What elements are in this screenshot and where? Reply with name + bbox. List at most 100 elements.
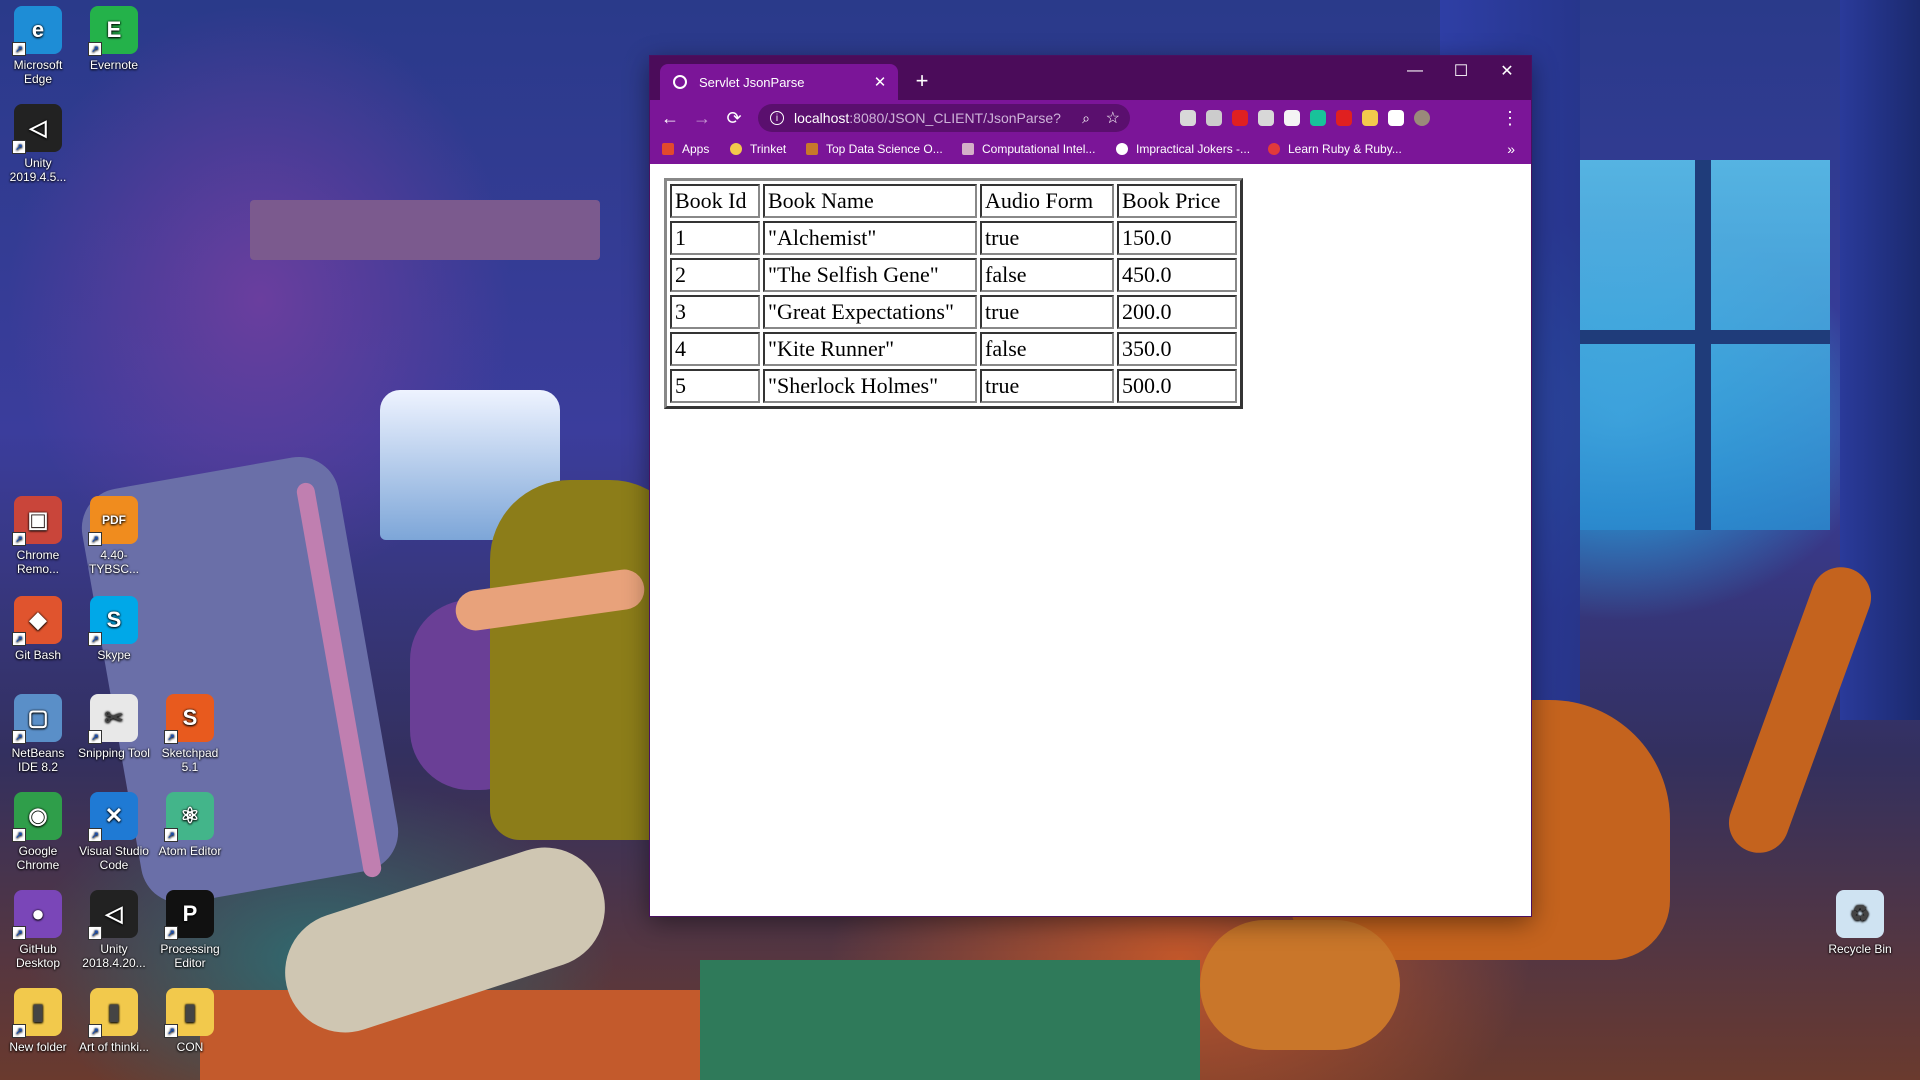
back-button[interactable]: ←: [658, 106, 682, 130]
desktop-icon[interactable]: E ↗ Evernote: [76, 6, 152, 72]
desktop-icon[interactable]: ⚛ ↗ Atom Editor: [152, 792, 228, 858]
desktop-icon-label: Recycle Bin: [1828, 942, 1892, 956]
desktop-icon[interactable]: ▣ ↗ Chrome Remo...: [0, 496, 76, 576]
desktop-icon-label: Git Bash: [14, 648, 62, 662]
bookmark-favicon-icon: [962, 143, 974, 155]
table-row: 1 "Alchemist" true 150.0: [670, 221, 1237, 255]
desktop-icon[interactable]: e ↗ Microsoft Edge: [0, 6, 76, 86]
new-tab-button[interactable]: +: [910, 68, 934, 94]
desktop-icon[interactable]: ◁ ↗ Unity 2018.4.20...: [76, 890, 152, 970]
desktop-icon-label: GitHub Desktop: [15, 942, 61, 970]
desktop-icon[interactable]: P ↗ Processing Editor: [152, 890, 228, 970]
bookmark-star-icon[interactable]: ☆: [1106, 108, 1120, 128]
desktop-icon-label: Unity 2018.4.20...: [82, 942, 146, 970]
extension-icon[interactable]: [1258, 110, 1274, 126]
sketchpad-icon: S ↗: [164, 694, 214, 744]
bookmark-item[interactable]: Trinket: [730, 142, 786, 156]
zoom-icon[interactable]: ⌕: [1082, 110, 1090, 127]
maximize-button[interactable]: ☐: [1438, 56, 1484, 86]
table-cell: "Alchemist": [763, 221, 977, 255]
browser-toolbar: ← → ⟳ i localhost:8080/JSON_CLIENT/JsonP…: [650, 100, 1531, 136]
bookmark-item[interactable]: Top Data Science O...: [806, 142, 943, 156]
bookmark-item[interactable]: Apps: [662, 142, 709, 156]
wallpaper-dog-tail: [1720, 558, 1880, 862]
extension-icon[interactable]: [1414, 110, 1430, 126]
globe-icon: [673, 75, 687, 89]
desktop-icon[interactable]: ▮ ↗ New folder: [0, 988, 76, 1054]
bookmark-favicon-icon: [1116, 143, 1128, 155]
info-icon[interactable]: i: [770, 111, 784, 125]
table-cell: "Great Expectations": [763, 295, 977, 329]
desktop-icon-label: Sketchpad 5.1: [161, 746, 219, 774]
desktop-icon-label: Skype: [97, 648, 131, 662]
table-cell: true: [980, 369, 1114, 403]
shortcut-arrow-icon: ↗: [88, 730, 102, 744]
extension-icon[interactable]: [1232, 110, 1248, 126]
shortcut-arrow-icon: ↗: [164, 828, 178, 842]
table-cell: false: [980, 258, 1114, 292]
desktop-icon[interactable]: ✂ ↗ Snipping Tool: [76, 694, 152, 760]
title-bar[interactable]: Servlet JsonParse ✕ + — ☐ ✕: [650, 56, 1531, 100]
wallpaper-shoes: [269, 831, 621, 1049]
desktop-icon[interactable]: ◉ ↗ Google Chrome: [0, 792, 76, 872]
desktop-icon-label: Snipping Tool: [78, 746, 150, 760]
desktop-icon[interactable]: ◆ ↗ Git Bash: [0, 596, 76, 662]
table-header-cell: Audio Form: [980, 184, 1114, 218]
minimize-button[interactable]: —: [1392, 56, 1438, 86]
bookmark-item[interactable]: Computational Intel...: [962, 142, 1095, 156]
extension-icon[interactable]: [1180, 110, 1196, 126]
desktop-icon-label: 4.40-TYBSC...: [88, 548, 139, 576]
extension-icon[interactable]: [1388, 110, 1404, 126]
tab-title: Servlet JsonParse: [699, 74, 805, 90]
url-host: localhost: [794, 110, 850, 126]
atom-icon: ⚛ ↗: [164, 792, 214, 842]
wallpaper-quilt: [700, 960, 1200, 1080]
unity-icon: ◁ ↗: [88, 890, 138, 940]
more-bookmarks-icon[interactable]: »: [1507, 141, 1515, 157]
table-cell: 3: [670, 295, 760, 329]
google-chrome-icon: ◉ ↗: [12, 792, 62, 842]
desktop-icon[interactable]: ▢ ↗ NetBeans IDE 8.2: [0, 694, 76, 774]
extension-icon[interactable]: [1284, 110, 1300, 126]
reload-button[interactable]: ⟳: [722, 106, 746, 130]
tab-servlet-jsonparse[interactable]: Servlet JsonParse ✕: [660, 64, 898, 100]
shortcut-arrow-icon: ↗: [88, 926, 102, 940]
bookmark-favicon-icon: [730, 143, 742, 155]
extension-icon[interactable]: [1310, 110, 1326, 126]
desktop-icon[interactable]: ▮ ↗ CON: [152, 988, 228, 1054]
table-cell: 5: [670, 369, 760, 403]
shortcut-arrow-icon: ↗: [164, 730, 178, 744]
shortcut-arrow-icon: ↗: [12, 1024, 26, 1038]
desktop-icon[interactable]: S ↗ Sketchpad 5.1: [152, 694, 228, 774]
bookmark-item[interactable]: Impractical Jokers -...: [1116, 142, 1250, 156]
netbeans-icon: ▢ ↗: [12, 694, 62, 744]
desktop-icon[interactable]: ✕ ↗ Visual Studio Code: [76, 792, 152, 872]
wallpaper-shelf: [250, 200, 600, 260]
desktop-icon[interactable]: ● ↗ GitHub Desktop: [0, 890, 76, 970]
desktop-icon[interactable]: ▮ ↗ Art of thinki...: [76, 988, 152, 1054]
close-window-button[interactable]: ✕: [1484, 56, 1530, 86]
desktop-icon[interactable]: ♻ Recycle Bin: [1822, 890, 1898, 956]
forward-button[interactable]: →: [690, 106, 714, 130]
shortcut-arrow-icon: ↗: [12, 632, 26, 646]
desktop-icon[interactable]: S ↗ Skype: [76, 596, 152, 662]
books-table: Book Id Book Name Audio Form Book Price 1 "A…: [664, 178, 1243, 409]
menu-button[interactable]: ⋮: [1498, 106, 1522, 130]
bookmark-item[interactable]: Learn Ruby & Ruby...: [1268, 142, 1402, 156]
table-header-cell: Book Name: [763, 184, 977, 218]
desktop-icon[interactable]: PDF ↗ 4.40-TYBSC...: [76, 496, 152, 576]
extension-icon[interactable]: [1206, 110, 1222, 126]
table-header-row: Book Id Book Name Audio Form Book Price: [670, 184, 1237, 218]
address-bar[interactable]: i localhost:8080/JSON_CLIENT/JsonParse? …: [758, 104, 1130, 132]
table-cell: 150.0: [1117, 221, 1237, 255]
shortcut-arrow-icon: ↗: [88, 828, 102, 842]
recycle-bin-icon: ♻: [1836, 890, 1884, 938]
desktop-icon-label: New folder: [9, 1040, 67, 1054]
extension-icon[interactable]: [1362, 110, 1378, 126]
desktop-icon[interactable]: ◁ ↗ Unity 2019.4.5...: [0, 104, 76, 184]
extension-icon[interactable]: [1336, 110, 1352, 126]
desktop-icon-label: Processing Editor: [160, 942, 220, 970]
close-tab-icon[interactable]: ✕: [870, 73, 890, 91]
vscode-icon: ✕ ↗: [88, 792, 138, 842]
bookmark-label: Apps: [682, 142, 710, 156]
